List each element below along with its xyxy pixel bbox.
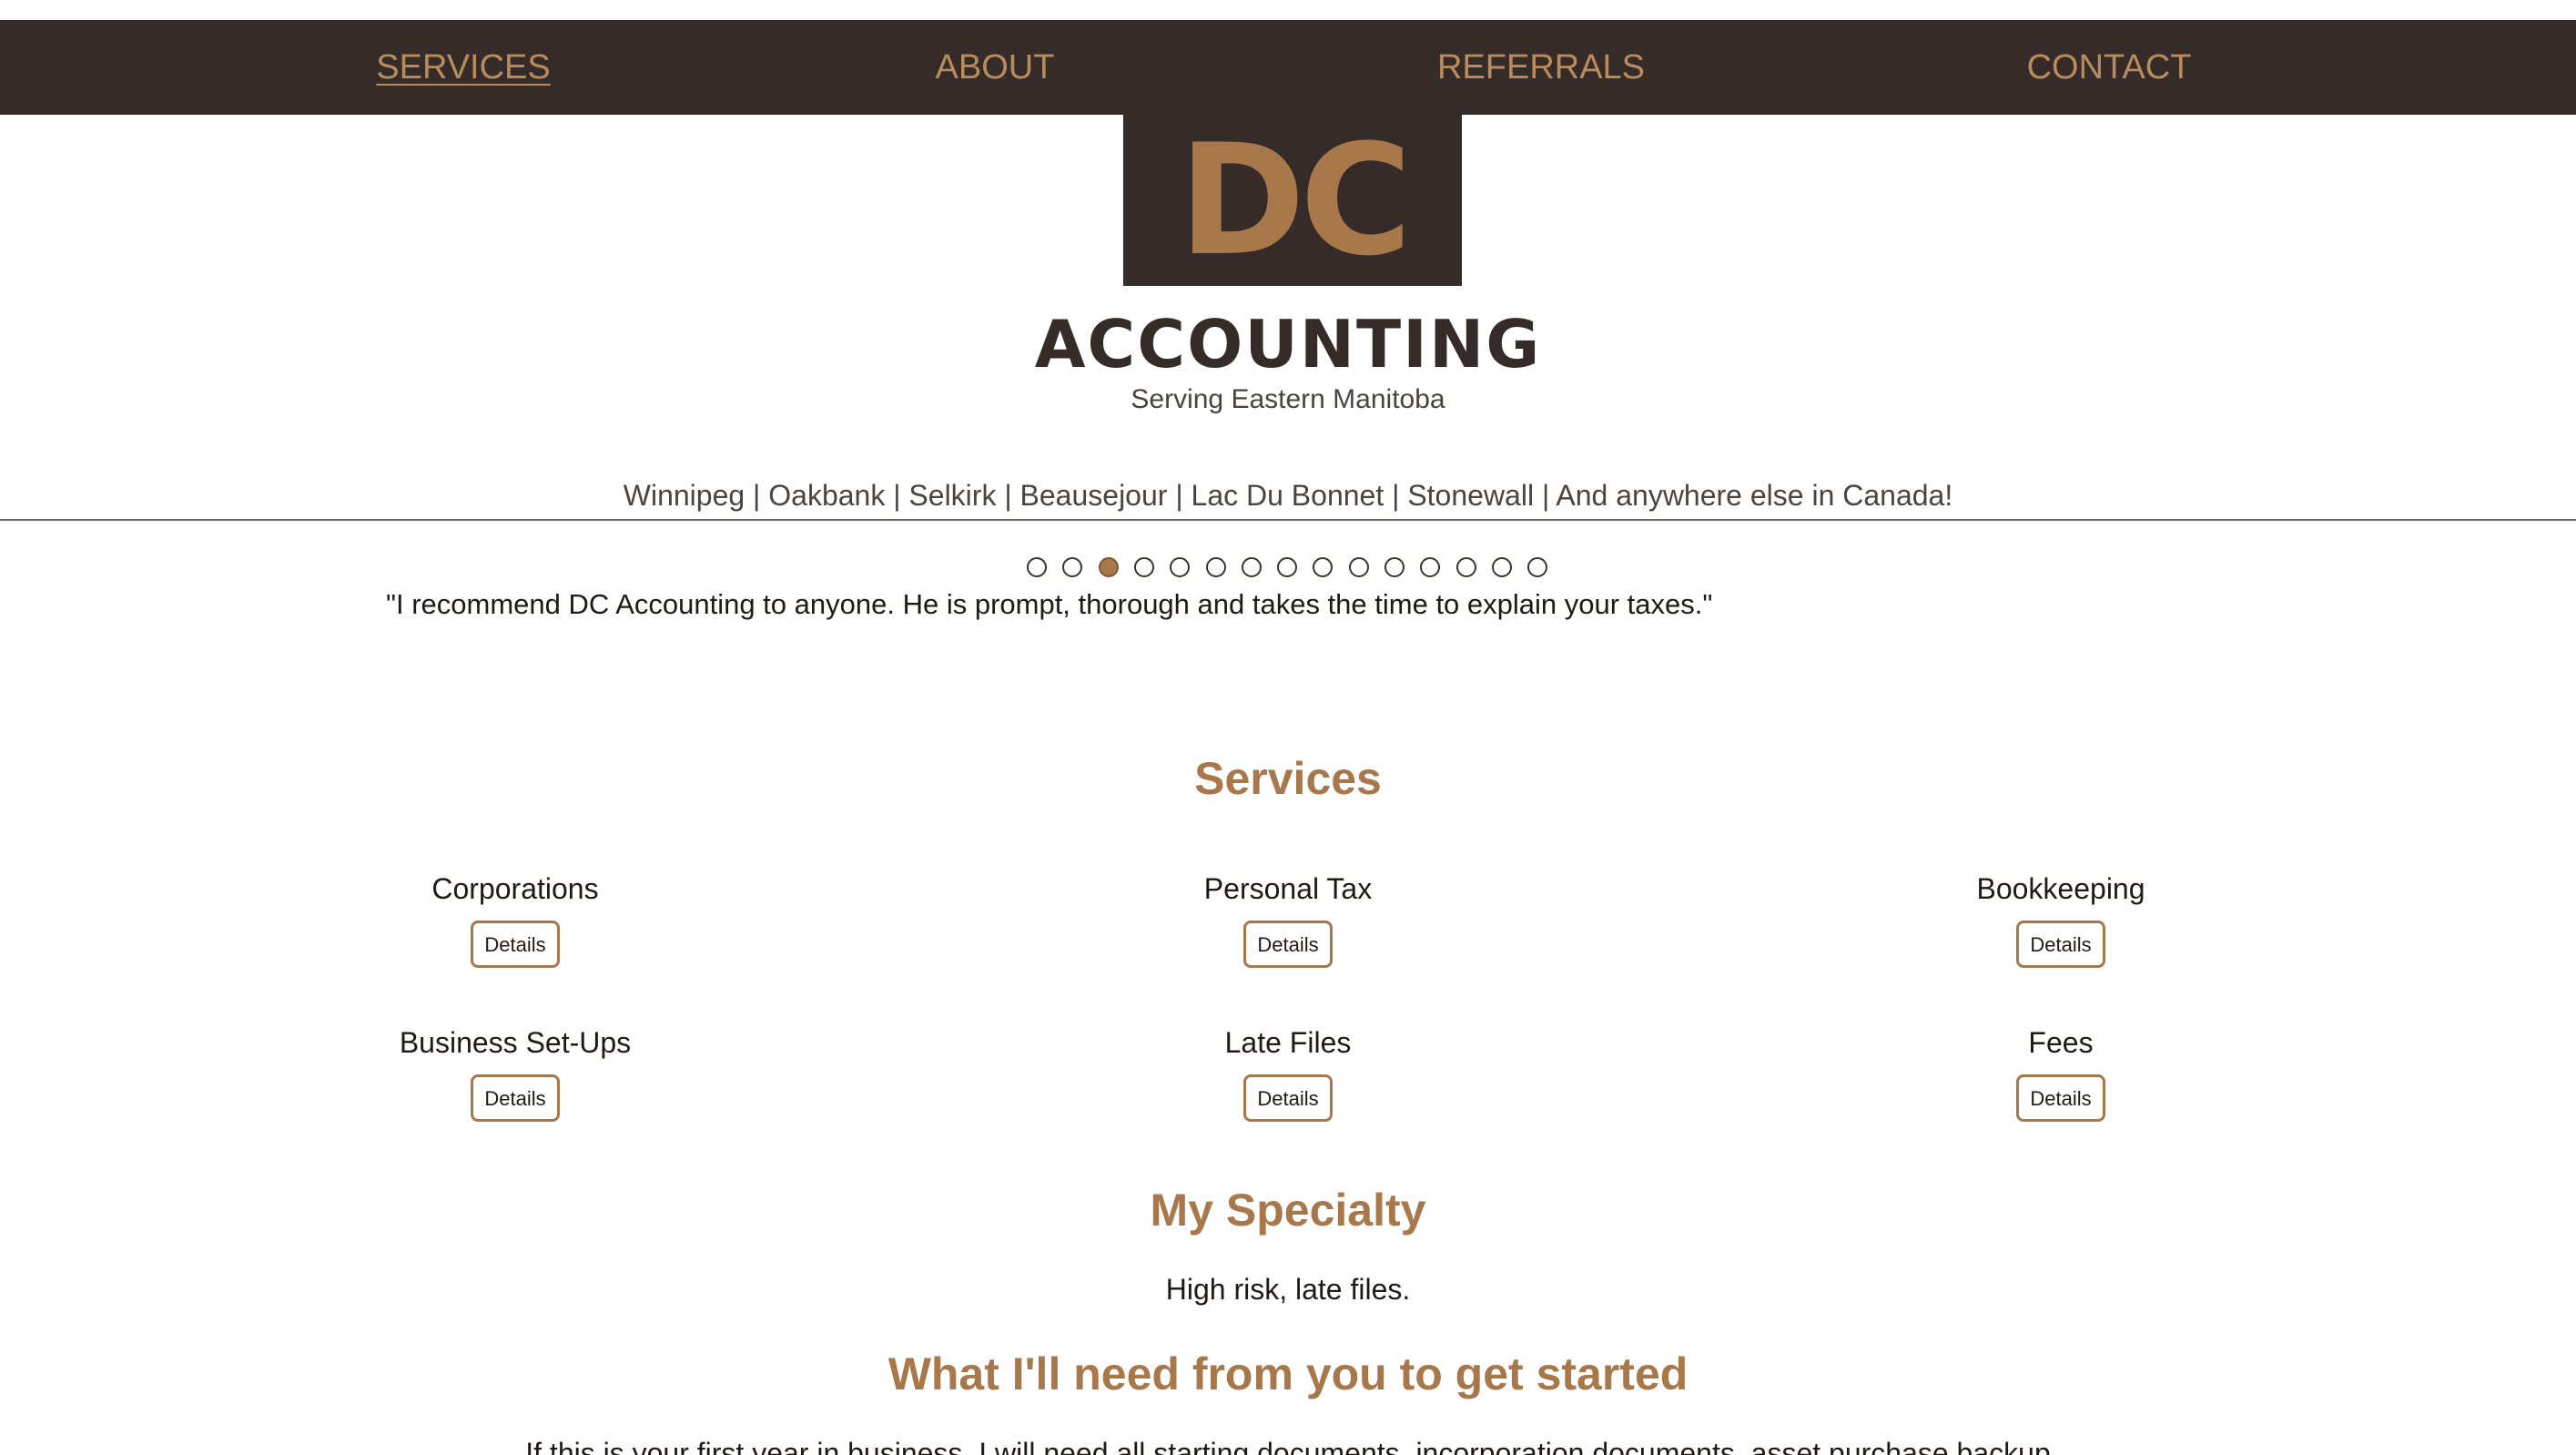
service-business-set-ups: Business Set-Ups Details bbox=[242, 1026, 788, 1122]
details-button[interactable]: Details bbox=[471, 921, 560, 968]
getting-started-heading: What I'll need from you to get started bbox=[887, 1348, 1689, 1399]
nav-about-link[interactable]: ABOUT bbox=[936, 20, 1055, 115]
details-button[interactable]: Details bbox=[2016, 1074, 2105, 1122]
service-fees: Fees Details bbox=[1788, 1026, 2334, 1122]
pager-dot-9[interactable] bbox=[1313, 557, 1333, 577]
nav-contact-link[interactable]: CONTACT bbox=[2027, 20, 2192, 115]
service-areas: Winnipeg | Oakbank | Selkirk | Beausejou… bbox=[623, 479, 1953, 512]
pager-dot-7[interactable] bbox=[1242, 557, 1262, 577]
services-heading: Services bbox=[1194, 753, 1382, 804]
service-bookkeeping: Bookkeeping Details bbox=[1788, 872, 2334, 968]
service-personal-tax: Personal Tax Details bbox=[1015, 872, 1561, 968]
service-name: Fees bbox=[2028, 1026, 2094, 1059]
specialty-text: High risk, late files. bbox=[1165, 1273, 1411, 1306]
pager-dot-15[interactable] bbox=[1527, 557, 1547, 577]
testimonial-quote: "I recommend DC Accounting to anyone. He… bbox=[386, 588, 1713, 620]
pager-dot-12[interactable] bbox=[1420, 557, 1440, 577]
pager-dot-13[interactable] bbox=[1456, 557, 1476, 577]
getting-started-text: If this is your first year in business, … bbox=[525, 1437, 2051, 1455]
details-button[interactable]: Details bbox=[471, 1074, 560, 1122]
pager-dot-2[interactable] bbox=[1062, 557, 1082, 577]
service-late-files: Late Files Details bbox=[1015, 1026, 1561, 1122]
pager-dot-6[interactable] bbox=[1206, 557, 1226, 577]
nav-services-link[interactable]: SERVICES bbox=[376, 20, 550, 115]
pager-dot-4[interactable] bbox=[1134, 557, 1154, 577]
pager-dot-5[interactable] bbox=[1170, 557, 1190, 577]
pager-dot-1[interactable] bbox=[1027, 557, 1047, 577]
logo-tagline: Serving Eastern Manitoba bbox=[1131, 384, 1445, 414]
details-button[interactable]: Details bbox=[1243, 1074, 1333, 1122]
pager-dot-3[interactable] bbox=[1099, 557, 1119, 577]
nav-referrals-link[interactable]: REFERRALS bbox=[1437, 20, 1645, 115]
divider bbox=[0, 519, 2576, 521]
pager-dot-10[interactable] bbox=[1349, 557, 1369, 577]
top-strip bbox=[0, 0, 2576, 20]
service-name: Late Files bbox=[1224, 1026, 1352, 1059]
specialty-heading: My Specialty bbox=[1150, 1185, 1426, 1236]
logo-wordmark: ACCOUNTING bbox=[1034, 306, 1542, 382]
service-corporations: Corporations Details bbox=[242, 872, 788, 968]
service-name: Business Set-Ups bbox=[399, 1026, 632, 1059]
details-button[interactable]: Details bbox=[1243, 921, 1333, 968]
pager-dot-11[interactable] bbox=[1384, 557, 1405, 577]
service-name: Corporations bbox=[431, 872, 599, 905]
service-name: Personal Tax bbox=[1203, 872, 1373, 905]
logo-mark: DC bbox=[1123, 115, 1462, 286]
service-name: Bookkeeping bbox=[1976, 872, 2145, 905]
pager-dot-8[interactable] bbox=[1277, 557, 1297, 577]
pager-dot-14[interactable] bbox=[1492, 557, 1512, 577]
logo-mark-text: DC bbox=[1178, 111, 1413, 290]
main-navigation: SERVICES ABOUT REFERRALS CONTACT bbox=[0, 20, 2576, 115]
details-button[interactable]: Details bbox=[2016, 921, 2105, 968]
